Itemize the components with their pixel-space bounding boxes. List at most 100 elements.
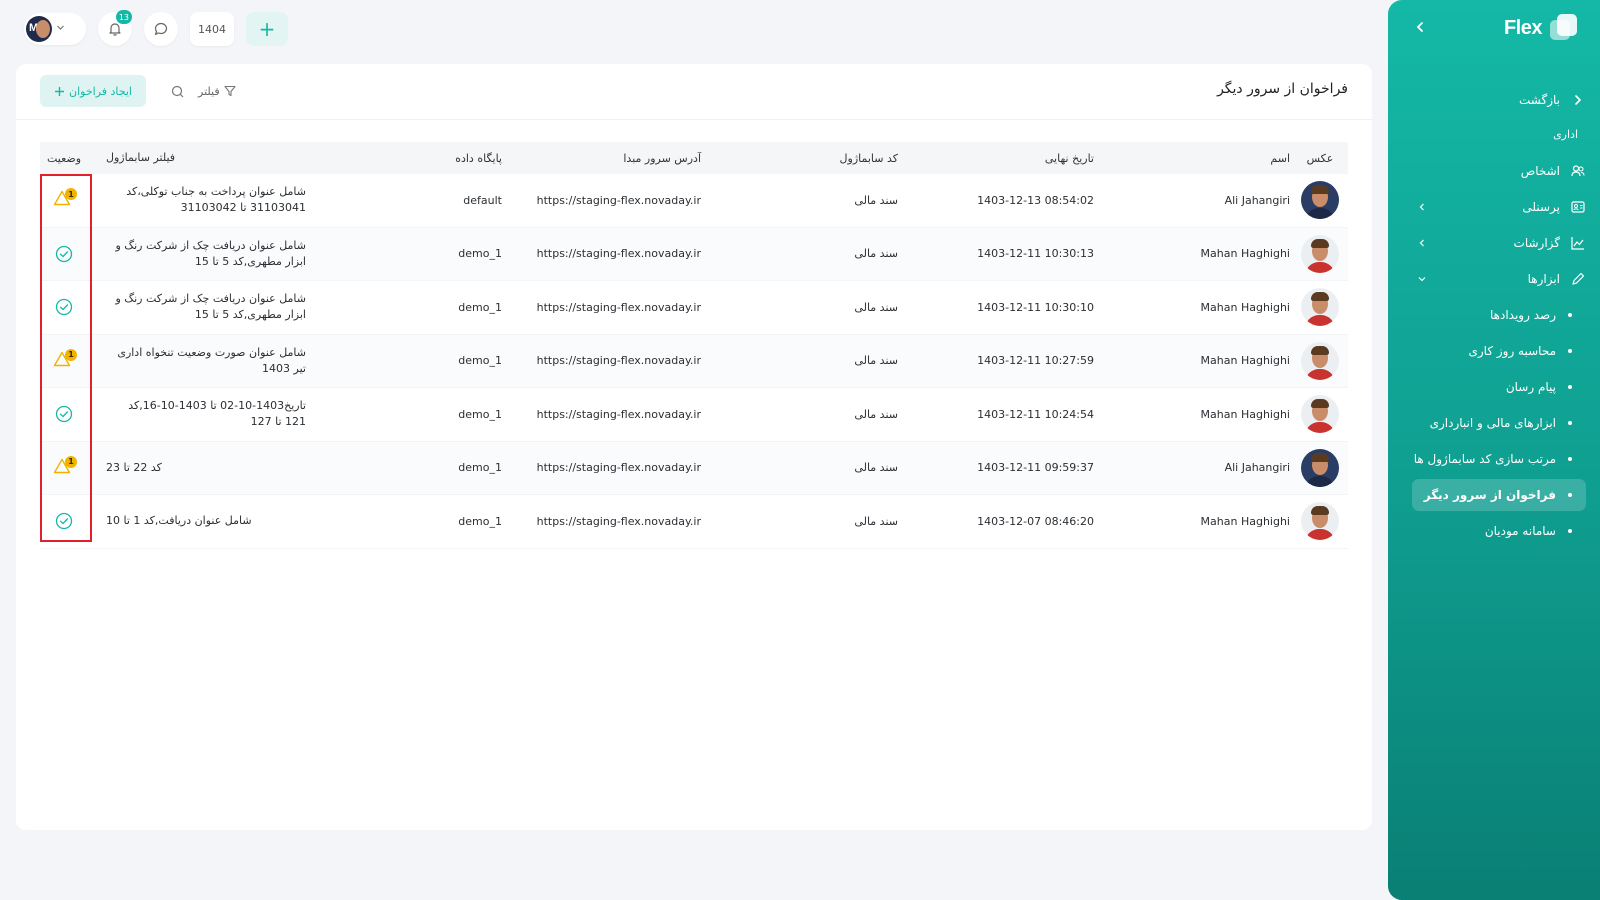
sidebar-subitem-label: رصد رویدادها [1490,308,1556,322]
row-db: demo_1 [458,300,502,314]
row-date: 1403-12-11 10:24:54 [977,407,1094,421]
row-date: 1403-12-11 09:59:37 [977,461,1094,475]
card-header: فراخوان از سرور دیگر ایجاد فراخوان فیلتر [16,64,1372,120]
avatar: M [26,16,52,42]
create-call-button[interactable]: ایجاد فراخوان [40,75,146,107]
row-filter: شامل عنوان دریافت چک از شرکت رنگ و ابزار… [115,238,306,268]
row-date: 1403-12-11 10:30:10 [977,300,1094,314]
sidebar-item-tools[interactable]: ابزارها [1402,265,1586,293]
status-success[interactable] [40,388,88,441]
warning-triangle-icon: 1 [53,455,77,478]
row-db: default [463,193,502,207]
sidebar-item-reports[interactable]: گزارشات [1402,229,1586,257]
sidebar-subitem[interactable]: محاسبه روز کاری [1412,335,1586,367]
calls-table: عکس اسم تاریخ نهایی کد سابماژول آدرس سرو… [40,142,1348,549]
notifications-button[interactable]: 13 [98,10,132,46]
row-photo-cell [1298,174,1342,227]
filter-button[interactable]: فیلتر [198,81,236,101]
sidebar-collapse-button[interactable] [1410,18,1430,38]
sidebar-item-label: پرسنلی [1522,200,1560,214]
sidebar-subitem-label: ابزارهای مالی و انبارداری [1429,416,1556,430]
row-db: demo_1 [458,407,502,421]
avatar [1301,288,1339,327]
notification-badge: 13 [115,10,132,24]
row-name: Ali Jahangiri [1224,193,1290,207]
sidebar-subitem-active[interactable]: فراخوان از سرور دیگر [1412,479,1586,511]
row-code: سند مالی [854,354,898,368]
row-code: سند مالی [854,407,898,421]
row-photo-cell [1298,442,1342,495]
row-code: سند مالی [854,461,898,475]
table-row[interactable]: Mahan Haghighi 1403-12-11 10:27:59 سند مال… [40,334,1348,388]
table-header: عکس اسم تاریخ نهایی کد سابماژول آدرس سرو… [40,142,1348,174]
bullet-icon [1568,349,1572,353]
search-icon [171,85,183,97]
row-name: Mahan Haghighi [1200,247,1290,261]
sidebar: Flex بازگشت اداری اشخاص پرسنلی گزارشات ا… [1388,0,1600,900]
status-success[interactable] [40,281,88,334]
bullet-icon [1568,457,1572,461]
filter-label: فیلتر [198,84,220,98]
column-header-status: وضعیت [46,151,82,165]
sidebar-subitem[interactable]: مرتب سازی کد سابماژول ها [1412,443,1586,475]
avatar [1301,502,1339,541]
avatar [1301,341,1339,380]
plus-icon [55,86,65,96]
warning-triangle-icon: 1 [53,348,77,371]
row-name: Mahan Haghighi [1200,354,1290,368]
status-success[interactable] [40,228,88,281]
table-row[interactable]: Mahan Haghighi 1403-12-11 10:30:10 سند مال… [40,281,1348,335]
row-filter: شامل عنوان صورت وضعیت تنخواه اداری تیر 1… [117,345,306,375]
chevron-right-icon [1570,92,1586,108]
chart-icon [1570,235,1586,251]
pencil-icon [1570,271,1586,287]
sidebar-subitem[interactable]: رصد رویدادها [1412,299,1586,331]
page-title: فراخوان از سرور دیگر [1217,81,1348,97]
sidebar-subitem-label: سامانه موديان [1484,524,1556,538]
user-menu[interactable]: M [24,13,86,45]
column-header-date: تاریخ نهایی [1044,151,1094,165]
table-row[interactable]: Mahan Haghighi 1403-12-11 10:24:54 سند مال… [40,388,1348,442]
support-button[interactable] [144,12,178,46]
row-filter: تاریخ1403-10-02 تا 1403-10-16,کد 121 تا … [128,399,306,429]
column-header-db: پایگاه داده [455,151,502,165]
sidebar-subitem[interactable]: سامانه موديان [1412,515,1586,547]
sidebar-item-personnel[interactable]: پرسنلی [1402,193,1586,221]
quick-add-button[interactable]: + [246,12,288,46]
fiscal-year-selector[interactable]: 1404 [190,12,234,46]
row-date: 1403-12-11 10:30:13 [977,247,1094,261]
warning-count: 1 [65,188,77,201]
table-row[interactable]: Mahan Haghighi 1403-12-11 10:30:13 سند مال… [40,227,1348,281]
row-photo-cell [1298,495,1342,548]
status-warning[interactable]: 1 [40,174,88,227]
table-row[interactable]: Ali Jahangiri 1403-12-13 08:54:02 سند مالی… [40,174,1348,228]
sidebar-subitem[interactable]: ابزارهای مالی و انبارداری [1412,407,1586,439]
column-header-name: اسم [1270,151,1290,165]
avatar [1301,181,1339,220]
chevron-down-icon [1418,273,1426,286]
row-db: demo_1 [458,354,502,368]
row-name: Mahan Haghighi [1200,514,1290,528]
row-photo-cell [1298,228,1342,281]
id-card-icon [1570,199,1586,215]
sidebar-item-people[interactable]: اشخاص [1402,157,1586,185]
search-button[interactable] [168,82,186,100]
row-code: سند مالی [854,193,898,207]
brand-name: Flex [1503,16,1543,39]
brand[interactable]: Flex [1504,14,1578,42]
sidebar-subitem-label: فراخوان از سرور دیگر [1423,488,1556,502]
check-circle-icon [55,299,73,316]
table-row[interactable]: Ali Jahangiri 1403-12-11 09:59:37 سند مالی… [40,441,1348,495]
check-circle-icon [55,245,73,262]
table-row[interactable]: Mahan Haghighi 1403-12-07 08:46:20 سند مال… [40,495,1348,549]
status-warning[interactable]: 1 [40,442,88,495]
avatar [1301,395,1339,434]
column-header-filter: فیلتر سابماژول [106,151,176,164]
sidebar-back[interactable]: بازگشت [1402,86,1586,114]
status-success[interactable] [40,495,88,548]
chevron-left-icon [1418,201,1426,214]
status-warning[interactable]: 1 [40,335,88,388]
sidebar-subitem[interactable]: پیام رسان [1412,371,1586,403]
create-call-label: ایجاد فراخوان [69,84,132,98]
warning-count: 1 [65,455,77,468]
